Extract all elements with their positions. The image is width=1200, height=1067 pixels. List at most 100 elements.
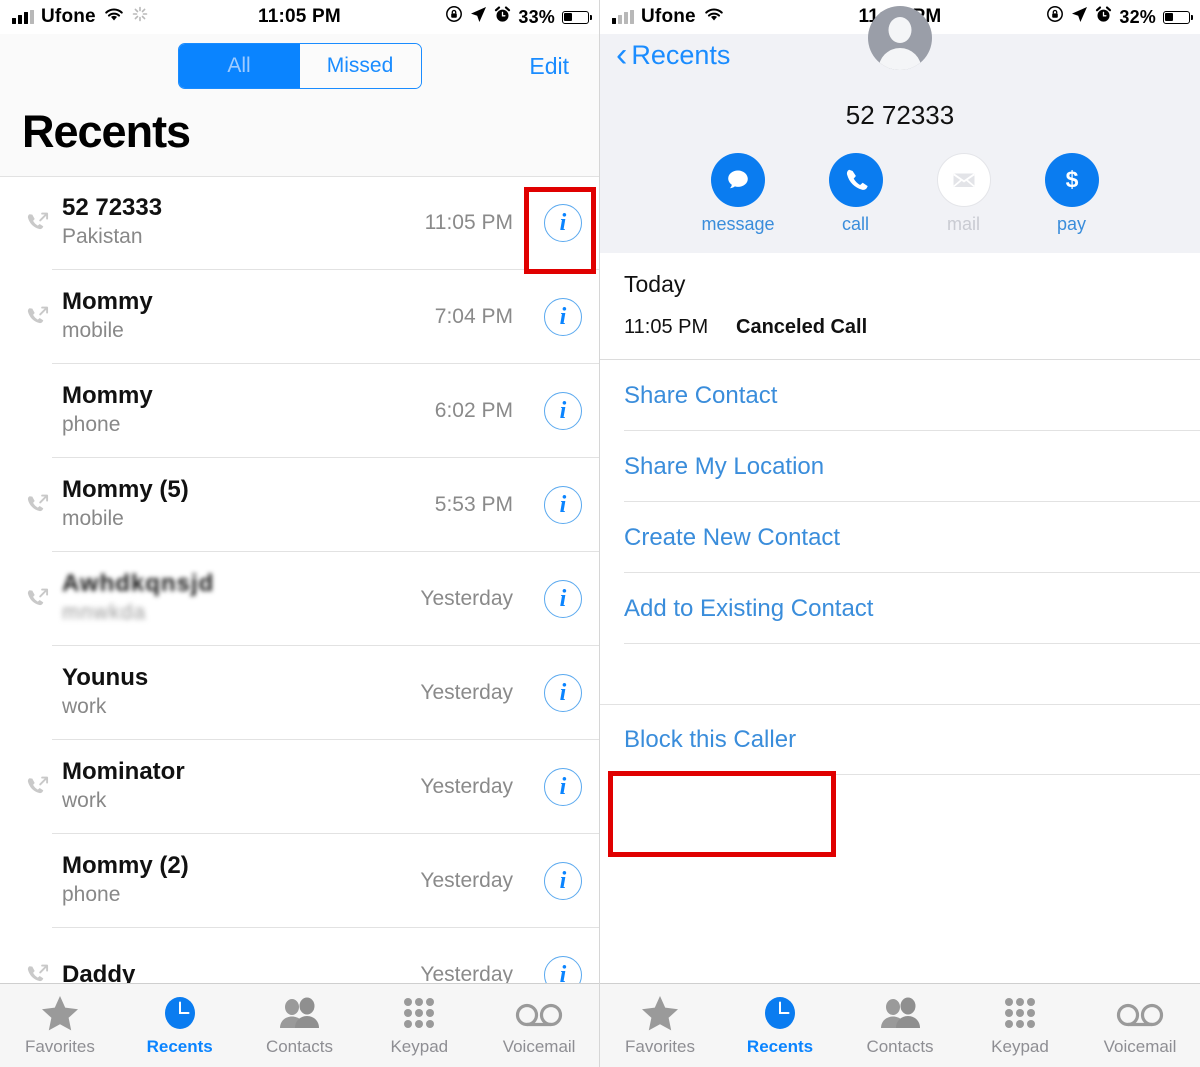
tab-recents[interactable]: Recents [120, 994, 240, 1057]
info-icon: i [544, 486, 582, 524]
back-to-recents-button[interactable]: ‹ Recents [616, 36, 731, 75]
chevron-left-icon: ‹ [616, 36, 628, 75]
dual-screenshot-container: Ufone 11:05 PM 33% All Missed Edit Recen… [0, 0, 1200, 1067]
recents-nav-bar: All Missed Edit [0, 34, 599, 98]
call-row-name: Mommy (2) [62, 852, 189, 880]
call-row-time: 5:53 PM [434, 493, 513, 516]
table-row[interactable]: Awhdkqnsjd mnwkda Yesterday i [0, 552, 599, 646]
info-button[interactable]: i [527, 458, 599, 552]
clock-icon [760, 994, 800, 1032]
add-to-existing-contact-option[interactable]: Add to Existing Contact [600, 573, 1200, 644]
info-button[interactable]: i [527, 646, 599, 740]
block-this-caller-option[interactable]: Block this Caller [600, 704, 1200, 775]
action-label: pay [1057, 214, 1087, 234]
rotation-lock-icon [445, 5, 463, 29]
tab-favorites[interactable]: Favorites [600, 994, 720, 1057]
call-row-time: 7:04 PM [434, 305, 513, 328]
tab-label: Voicemail [502, 1037, 576, 1056]
outgoing-call-icon [20, 586, 54, 612]
tab-voicemail[interactable]: Voicemail [479, 994, 599, 1057]
keypad-icon [1000, 994, 1040, 1032]
info-button[interactable]: i [527, 176, 599, 270]
outgoing-call-icon [20, 680, 54, 706]
tab-bar-right[interactable]: Favorites Recents Contacts Keypad Voicemail [600, 983, 1200, 1067]
location-arrow-icon [1071, 6, 1088, 29]
action-mail: mail [936, 153, 991, 235]
call-row-text: Mommy (2) phone [54, 853, 420, 908]
info-icon: i [544, 204, 582, 242]
share-my-location-option[interactable]: Share My Location [600, 431, 1200, 502]
table-row[interactable]: 52 72333 Pakistan 11:05 PM i [0, 176, 599, 270]
action-pay[interactable]: $ pay [1044, 153, 1099, 235]
info-icon: i [544, 580, 582, 618]
tab-keypad[interactable]: Keypad [359, 994, 479, 1057]
option-label: Add to Existing Contact [624, 594, 874, 622]
tab-voicemail[interactable]: Voicemail [1080, 994, 1200, 1057]
message-bubble-icon [710, 153, 765, 207]
call-row-subtitle: phone [62, 883, 121, 907]
carrier-label: Ufone [41, 6, 96, 27]
info-button[interactable]: i [527, 740, 599, 834]
info-icon: i [544, 768, 582, 806]
tab-label: Favorites [625, 1037, 695, 1056]
table-row[interactable]: Mommy phone 6:02 PM i [0, 364, 599, 458]
call-row-subtitle: mnwkda [62, 601, 147, 625]
info-button[interactable]: i [527, 270, 599, 364]
battery-icon [1163, 10, 1193, 24]
share-contact-option[interactable]: Share Contact [600, 360, 1200, 431]
call-row-name: Younus [62, 664, 149, 692]
info-button[interactable]: i [527, 552, 599, 646]
tab-contacts[interactable]: Contacts [240, 994, 360, 1057]
people-icon [277, 994, 321, 1032]
signal-bars-icon [12, 10, 34, 24]
battery-percent-label: 33% [518, 6, 555, 27]
table-row[interactable]: Mominator work Yesterday i [0, 740, 599, 834]
info-icon: i [544, 298, 582, 336]
call-row-text: Mommy phone [54, 383, 435, 438]
calls-filter-segmented-control[interactable]: All Missed [177, 43, 422, 89]
call-row-name: Mommy [62, 382, 153, 410]
call-detail-screen: Ufone 11:44 PM 32% [600, 0, 1200, 1067]
tab-bar-left[interactable]: Favorites Recents Contacts Keypad Voicemail [0, 983, 599, 1067]
action-message[interactable]: message [701, 153, 775, 235]
create-new-contact-option[interactable]: Create New Contact [600, 502, 1200, 573]
action-call[interactable]: call [828, 153, 883, 235]
contact-action-row: message call mail $ pay [600, 131, 1200, 235]
back-button-label: Recents [631, 40, 731, 70]
call-row-name: Mommy [62, 288, 153, 316]
tab-contacts[interactable]: Contacts [840, 994, 960, 1057]
action-label: message [701, 214, 775, 234]
rotation-lock-icon [1046, 5, 1064, 29]
wifi-icon [703, 6, 725, 28]
table-row[interactable]: Mommy (5) mobile 5:53 PM i [0, 458, 599, 552]
table-row[interactable]: Younus work Yesterday i [0, 646, 599, 740]
outgoing-call-icon [20, 398, 54, 424]
history-entry: 11:05 PM Canceled Call [624, 316, 1200, 359]
table-row[interactable]: Mommy (2) phone Yesterday i [0, 834, 599, 928]
segment-all[interactable]: All [178, 44, 300, 88]
info-icon: i [544, 674, 582, 712]
call-row-name: Mominator [62, 758, 185, 786]
status-bar-left: Ufone 11:05 PM 33% [0, 0, 599, 34]
tab-favorites[interactable]: Favorites [0, 994, 120, 1057]
clock-icon [160, 994, 200, 1032]
tab-label: Keypad [991, 1037, 1049, 1056]
action-label: mail [947, 214, 981, 234]
info-button[interactable]: i [527, 364, 599, 458]
segment-missed[interactable]: Missed [299, 44, 421, 88]
battery-icon [562, 10, 592, 24]
people-icon [878, 994, 922, 1032]
call-row-subtitle: phone [62, 413, 121, 437]
dollar-sign-icon: $ [1044, 153, 1099, 207]
svg-text:$: $ [1065, 167, 1078, 193]
edit-button[interactable]: Edit [529, 53, 569, 80]
location-arrow-icon [470, 6, 487, 29]
info-button[interactable]: i [527, 834, 599, 928]
tab-recents[interactable]: Recents [720, 994, 840, 1057]
recents-list-screen: Ufone 11:05 PM 33% All Missed Edit Recen… [0, 0, 600, 1067]
call-row-text: Mominator work [54, 759, 420, 814]
option-label: Block this Caller [624, 725, 797, 753]
table-row[interactable]: Mommy mobile 7:04 PM i [0, 270, 599, 364]
tab-keypad[interactable]: Keypad [960, 994, 1080, 1057]
option-label: Create New Contact [624, 523, 841, 551]
